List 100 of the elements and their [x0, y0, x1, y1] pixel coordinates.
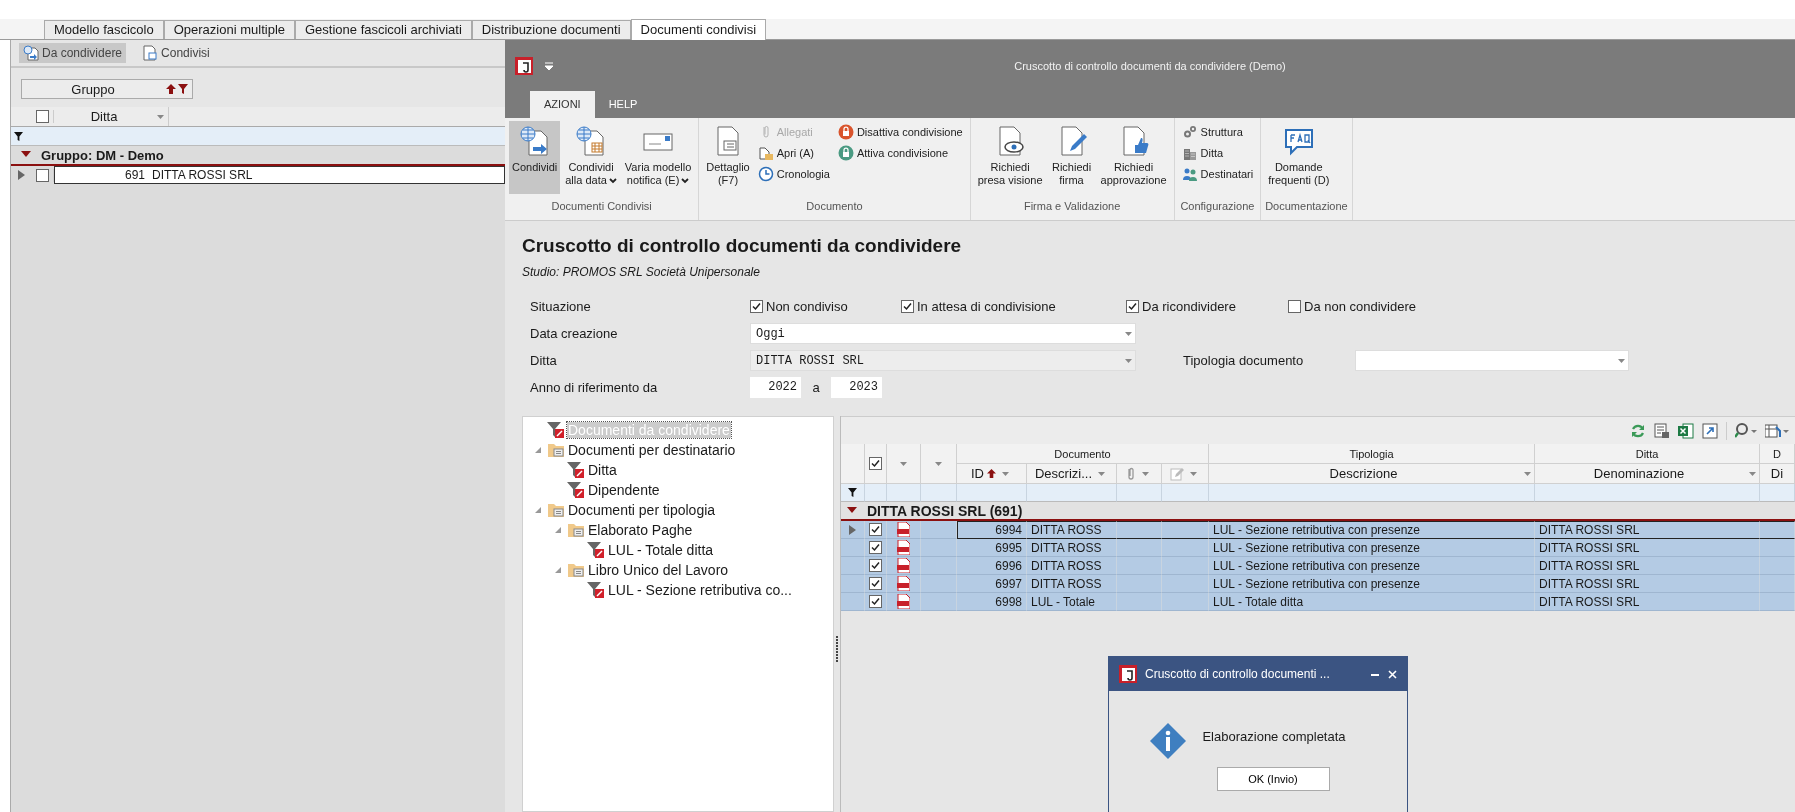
- tab[interactable]: Modello fascicolo: [44, 20, 164, 39]
- ribbon-button[interactable]: Destinatari: [1178, 165, 1257, 183]
- dropdown-field[interactable]: Oggi: [750, 323, 1136, 344]
- filter-cell[interactable]: [887, 484, 921, 502]
- ribbon-tab[interactable]: HELP: [594, 91, 652, 118]
- ribbon-tab[interactable]: AZIONI: [530, 91, 595, 118]
- filter-cell[interactable]: [957, 484, 1027, 502]
- column-settings-icon[interactable]: [1765, 422, 1789, 439]
- dropdown-caret-icon[interactable]: [1749, 471, 1756, 476]
- dropdown-caret-icon[interactable]: [1524, 471, 1531, 476]
- ribbon-button[interactable]: Ditta: [1178, 144, 1257, 162]
- tab[interactable]: Documenti condivisi: [630, 19, 767, 40]
- dropdown-caret-icon[interactable]: [900, 461, 907, 466]
- dropdown-caret-icon[interactable]: [1125, 331, 1132, 336]
- checkbox-label[interactable]: Da ricondividere: [1142, 299, 1236, 314]
- dropdown-caret-icon[interactable]: [1142, 471, 1149, 476]
- checkbox[interactable]: [869, 523, 882, 536]
- dropdown-caret-icon[interactable]: [1098, 471, 1106, 476]
- ribbon-button[interactable]: Richiedi firma: [1047, 121, 1096, 194]
- tab[interactable]: Distribuzione documenti: [471, 20, 631, 39]
- dropdown-caret-icon[interactable]: [157, 114, 164, 119]
- ribbon-button[interactable]: Disattiva condivisione: [834, 123, 966, 141]
- column-header[interactable]: Ditta: [54, 109, 154, 124]
- tree-item[interactable]: Libro Unico del Lavoro: [587, 562, 730, 578]
- dropdown-caret-icon[interactable]: [935, 461, 942, 466]
- ribbon-button[interactable]: Domande frequenti (D): [1265, 121, 1333, 194]
- table-row[interactable]: 691 DITTA ROSSI SRL: [54, 166, 505, 184]
- ribbon-button[interactable]: Richiedi presa visione: [974, 121, 1046, 194]
- checkbox-label[interactable]: Da non condividere: [1304, 299, 1417, 314]
- column-header[interactable]: ID: [957, 464, 1027, 484]
- ribbon-button[interactable]: Apri (A): [754, 144, 833, 162]
- filter-icon[interactable]: [14, 131, 23, 141]
- checkbox[interactable]: [869, 541, 882, 554]
- checkbox[interactable]: [35, 110, 49, 123]
- row-indicator-cell[interactable]: [841, 593, 865, 611]
- checkbox[interactable]: [750, 300, 763, 313]
- tree-item[interactable]: Documenti per tipologia: [567, 502, 717, 518]
- row-indicator-cell[interactable]: [841, 557, 865, 575]
- column-header[interactable]: Denominazione: [1535, 464, 1760, 484]
- dropdown-caret-icon[interactable]: [1618, 358, 1625, 363]
- tree-item[interactable]: Dipendente: [587, 482, 661, 498]
- ok-button[interactable]: OK (Invio): [1216, 767, 1330, 791]
- quick-access-menu-icon[interactable]: [545, 61, 553, 70]
- ribbon-button[interactable]: Condividi: [509, 121, 561, 194]
- checkbox[interactable]: [1288, 300, 1301, 313]
- filter-cell[interactable]: [1117, 484, 1162, 502]
- sort-ascending-icon[interactable]: [166, 84, 176, 94]
- checkbox[interactable]: [869, 595, 882, 608]
- dropdown-field[interactable]: [1355, 350, 1629, 371]
- dropdown-caret-icon[interactable]: [1190, 471, 1197, 476]
- filter-icon[interactable]: [848, 488, 857, 497]
- filter-cell[interactable]: [1760, 484, 1795, 502]
- checkbox[interactable]: [869, 577, 882, 590]
- filter-cell[interactable]: [1535, 484, 1760, 502]
- checkbox-label[interactable]: Non condiviso: [766, 299, 848, 314]
- splitter-grip-icon[interactable]: [835, 636, 839, 662]
- checkbox[interactable]: [869, 457, 882, 470]
- ribbon-button[interactable]: Dettaglio (F7): [703, 121, 753, 194]
- year-field[interactable]: 2022: [750, 377, 801, 398]
- tree-item[interactable]: Documenti per destinatario: [567, 442, 737, 458]
- checkbox-label[interactable]: In attesa di condivisione: [917, 299, 1056, 314]
- ribbon-button[interactable]: Cronologia: [754, 165, 833, 183]
- filter-cell[interactable]: [865, 484, 887, 502]
- column-header[interactable]: Descrizi...: [1027, 464, 1117, 484]
- checkbox[interactable]: [35, 168, 49, 182]
- filter-cell[interactable]: [841, 484, 865, 502]
- column-header[interactable]: Di: [1760, 464, 1795, 484]
- filter-cell[interactable]: [921, 484, 957, 502]
- checkbox[interactable]: [1126, 300, 1139, 313]
- close-icon[interactable]: [1388, 669, 1397, 679]
- dropdown-caret-icon[interactable]: [1002, 471, 1009, 476]
- tree-item[interactable]: LUL - Totale ditta: [607, 542, 715, 558]
- row-indicator-cell[interactable]: [841, 521, 865, 539]
- expander-icon[interactable]: [847, 506, 857, 515]
- checkbox[interactable]: [901, 300, 914, 313]
- toolbar-button[interactable]: Condivisi: [138, 43, 214, 63]
- column-header[interactable]: Descrizione: [1209, 464, 1535, 484]
- expander-icon[interactable]: [21, 151, 31, 159]
- group-by-field[interactable]: Gruppo: [21, 79, 193, 99]
- row-indicator-cell[interactable]: [841, 575, 865, 593]
- year-field[interactable]: 2023: [831, 377, 882, 398]
- checkbox[interactable]: [869, 559, 882, 572]
- tab[interactable]: Operazioni multiple: [163, 20, 295, 39]
- print-preview-icon[interactable]: [1654, 422, 1670, 439]
- refresh-icon[interactable]: [1630, 422, 1646, 439]
- search-icon[interactable]: [1735, 422, 1757, 439]
- ribbon-button[interactable]: Condividi alla data: [562, 121, 620, 194]
- tree-item[interactable]: LUL - Sezione retributiva co...: [607, 582, 793, 598]
- tree-item[interactable]: Elaborato Paghe: [587, 522, 694, 538]
- export-icon[interactable]: [1702, 422, 1718, 439]
- tree-item[interactable]: Ditta: [587, 462, 618, 478]
- ribbon-button[interactable]: Richiedi approvazione: [1097, 121, 1170, 194]
- toolbar-button[interactable]: Da condividere: [19, 43, 127, 63]
- column-header[interactable]: [1117, 464, 1162, 484]
- filter-cell[interactable]: [1209, 484, 1535, 502]
- filter-cell[interactable]: [1162, 484, 1209, 502]
- ribbon-button[interactable]: Struttura: [1178, 123, 1257, 141]
- ribbon-button[interactable]: Attiva condivisione: [834, 144, 966, 162]
- tab[interactable]: Gestione fascicoli archiviati: [295, 20, 472, 39]
- spreadsheet-icon[interactable]: [1678, 422, 1694, 439]
